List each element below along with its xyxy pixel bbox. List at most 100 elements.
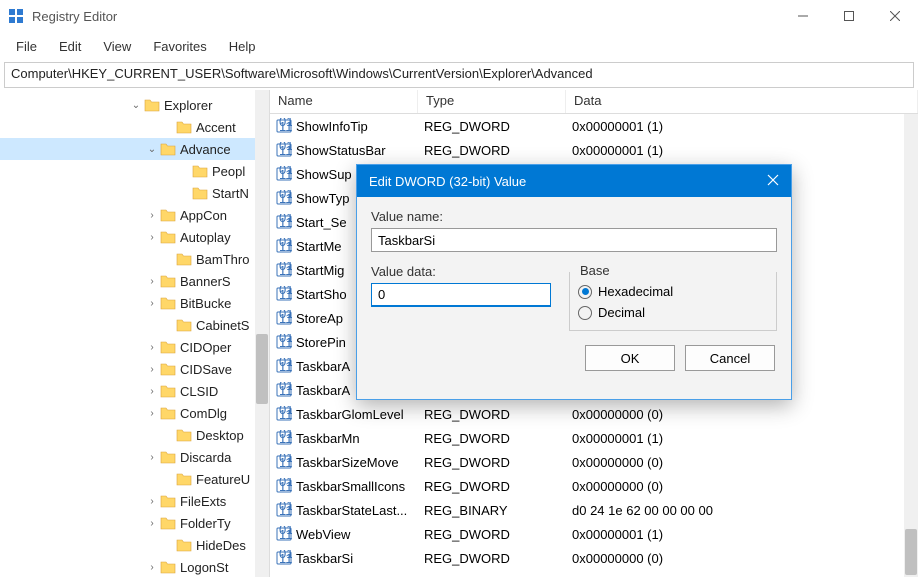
maximize-button[interactable] [826,0,872,32]
value-name-input[interactable] [371,228,777,252]
tree-item[interactable]: ›FileExts [0,490,269,512]
tree-item[interactable]: ›CIDOper [0,336,269,358]
list-row[interactable]: 011110WebViewREG_DWORD0x00000001 (1) [270,522,918,546]
radio-decimal[interactable]: Decimal [578,305,768,320]
chevron-right-icon[interactable]: › [144,408,160,419]
tree-item[interactable]: ›Discarda [0,446,269,468]
column-data[interactable]: Data [566,90,918,113]
radio-hexadecimal[interactable]: Hexadecimal [578,284,768,299]
chevron-down-icon[interactable]: ⌄ [128,100,144,111]
chevron-right-icon[interactable]: › [144,298,160,309]
dword-icon: 011110 [276,430,292,446]
column-type[interactable]: Type [418,90,566,113]
chevron-right-icon[interactable]: › [144,452,160,463]
tree-item[interactable]: ⌄Advance [0,138,269,160]
chevron-right-icon[interactable]: › [144,210,160,221]
list-row[interactable]: 011110TaskbarGlomLevelREG_DWORD0x0000000… [270,402,918,426]
tree-item[interactable]: HideDes [0,534,269,556]
svg-text:110: 110 [279,407,292,422]
cell-type: REG_DWORD [418,117,566,136]
tree-item[interactable]: ›Autoplay [0,226,269,248]
column-name[interactable]: Name [270,90,418,113]
tree-scrollbar[interactable] [255,90,269,577]
tree-item-label: CabinetS [196,318,249,333]
chevron-right-icon[interactable]: › [144,276,160,287]
list-row[interactable]: 011110ShowStatusBarREG_DWORD0x00000001 (… [270,138,918,162]
menu-favorites[interactable]: Favorites [143,35,216,58]
menu-file[interactable]: File [6,35,47,58]
list-row[interactable]: 011110TaskbarSmallIconsREG_DWORD0x000000… [270,474,918,498]
tree-item[interactable]: Accent [0,116,269,138]
list-scrollbar[interactable] [904,114,918,577]
list-row[interactable]: 011110ShowInfoTipREG_DWORD0x00000001 (1) [270,114,918,138]
cell-name: 011110TaskbarSi [270,548,418,568]
menu-help[interactable]: Help [219,35,266,58]
dword-icon: 011110 [276,166,292,182]
folder-icon [176,472,192,486]
app-icon [8,8,24,24]
tree-item[interactable]: ›CLSID [0,380,269,402]
list-row[interactable]: 011110TaskbarSiREG_DWORD0x00000000 (0) [270,546,918,570]
dword-icon: 011110 [276,358,292,374]
tree-item-label: FolderTy [180,516,231,531]
chevron-right-icon[interactable]: › [144,342,160,353]
tree-item-label: Desktop [196,428,244,443]
tree-item[interactable]: FeatureU [0,468,269,490]
tree-item[interactable]: ⌄Explorer [0,94,269,116]
tree-item[interactable]: › FolderTy [0,512,269,534]
chevron-right-icon[interactable]: › [144,386,160,397]
value-name: ShowSup [296,167,352,182]
ok-button[interactable]: OK [585,345,675,371]
value-name: TaskbarGlomLevel [296,407,404,422]
chevron-right-icon[interactable]: › [144,496,160,507]
cell-type: REG_DWORD [418,549,566,568]
dialog-close-button[interactable] [767,173,779,189]
tree-item[interactable]: ›ComDlg [0,402,269,424]
value-data-input[interactable] [371,283,551,307]
tree-item[interactable]: ›BitBucke [0,292,269,314]
cell-data: d0 24 1e 62 00 00 00 00 [566,501,918,520]
tree-item[interactable]: StartN [0,182,269,204]
svg-text:110: 110 [279,551,292,566]
dialog-titlebar[interactable]: Edit DWORD (32-bit) Value [357,165,791,197]
folder-icon [160,384,176,398]
menu-view[interactable]: View [93,35,141,58]
chevron-right-icon[interactable]: › [144,518,160,529]
value-name: ShowTyp [296,191,349,206]
tree-item-label: FeatureU [196,472,250,487]
address-bar[interactable]: Computer\HKEY_CURRENT_USER\Software\Micr… [4,62,914,88]
cell-data: 0x00000001 (1) [566,525,918,544]
list-row[interactable]: 011110TaskbarStateLast...REG_BINARYd0 24… [270,498,918,522]
tree-item[interactable]: ›CIDSave [0,358,269,380]
list-row[interactable]: 011110TaskbarSizeMoveREG_DWORD0x00000000… [270,450,918,474]
tree-item[interactable]: BamThro [0,248,269,270]
tree-item[interactable]: Peopl [0,160,269,182]
dword-icon: 011110 [276,382,292,398]
tree-item[interactable]: ›LogonSt [0,556,269,577]
folder-icon [160,516,176,530]
list-row[interactable]: 011110TaskbarMnREG_DWORD0x00000001 (1) [270,426,918,450]
dword-icon: 011110 [276,286,292,302]
svg-text:110: 110 [279,359,292,374]
close-button[interactable] [872,0,918,32]
svg-text:110: 110 [279,311,292,326]
list-scroll-thumb[interactable] [905,529,917,575]
menubar: File Edit View Favorites Help [0,32,918,60]
chevron-right-icon[interactable]: › [144,562,160,573]
base-label: Base [576,263,614,278]
value-name: TaskbarA [296,359,350,374]
chevron-right-icon[interactable]: › [144,232,160,243]
chevron-down-icon[interactable]: ⌄ [144,144,160,155]
chevron-right-icon[interactable]: › [144,364,160,375]
tree-scroll-thumb[interactable] [256,334,268,404]
folder-icon [176,318,192,332]
menu-edit[interactable]: Edit [49,35,91,58]
folder-icon [176,428,192,442]
tree-item[interactable]: ›BannerS [0,270,269,292]
tree-item[interactable]: Desktop [0,424,269,446]
tree-item[interactable]: ›AppCon [0,204,269,226]
tree-item[interactable]: CabinetS [0,314,269,336]
minimize-button[interactable] [780,0,826,32]
svg-text:110: 110 [279,287,292,302]
cancel-button[interactable]: Cancel [685,345,775,371]
